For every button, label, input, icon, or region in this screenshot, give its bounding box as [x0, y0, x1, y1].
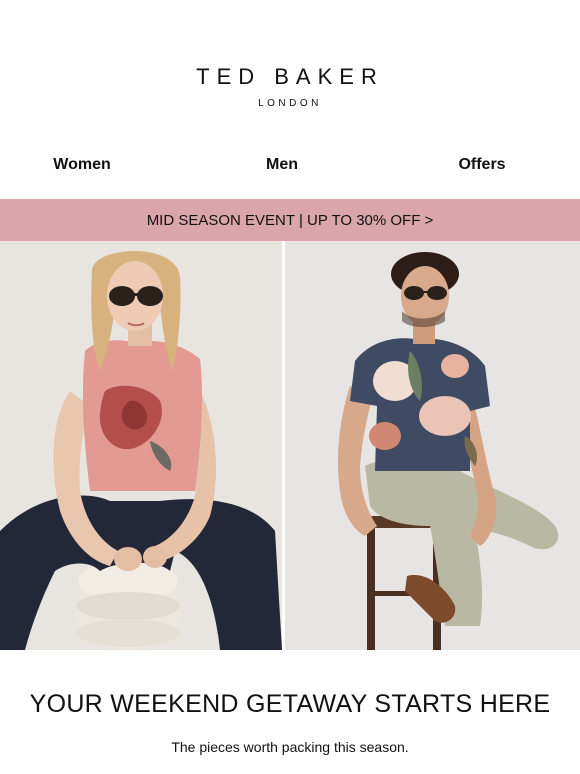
nav-item-women[interactable]: Women — [22, 156, 142, 174]
brand-subtitle: LONDON — [258, 98, 322, 109]
hero-images — [0, 241, 580, 650]
nav-item-offers[interactable]: Offers — [422, 156, 542, 174]
subheadline: The pieces worth packing this season. — [171, 739, 409, 755]
hero-image-men[interactable] — [285, 241, 580, 650]
brand-name: TED BAKER — [196, 64, 384, 89]
brand-logo[interactable]: TED BAKER LONDON — [0, 64, 580, 109]
man-photo — [285, 241, 580, 650]
main-nav: Women Men Offers — [0, 156, 580, 176]
promo-banner[interactable]: MID SEASON EVENT | UP TO 30% OFF > — [0, 199, 580, 241]
nav-item-men[interactable]: Men — [222, 156, 342, 174]
promo-banner-text: MID SEASON EVENT | UP TO 30% OFF > — [146, 211, 434, 229]
headline: YOUR WEEKEND GETAWAY STARTS HERE — [29, 690, 551, 718]
woman-photo — [0, 241, 282, 650]
hero-image-women[interactable] — [0, 241, 282, 650]
